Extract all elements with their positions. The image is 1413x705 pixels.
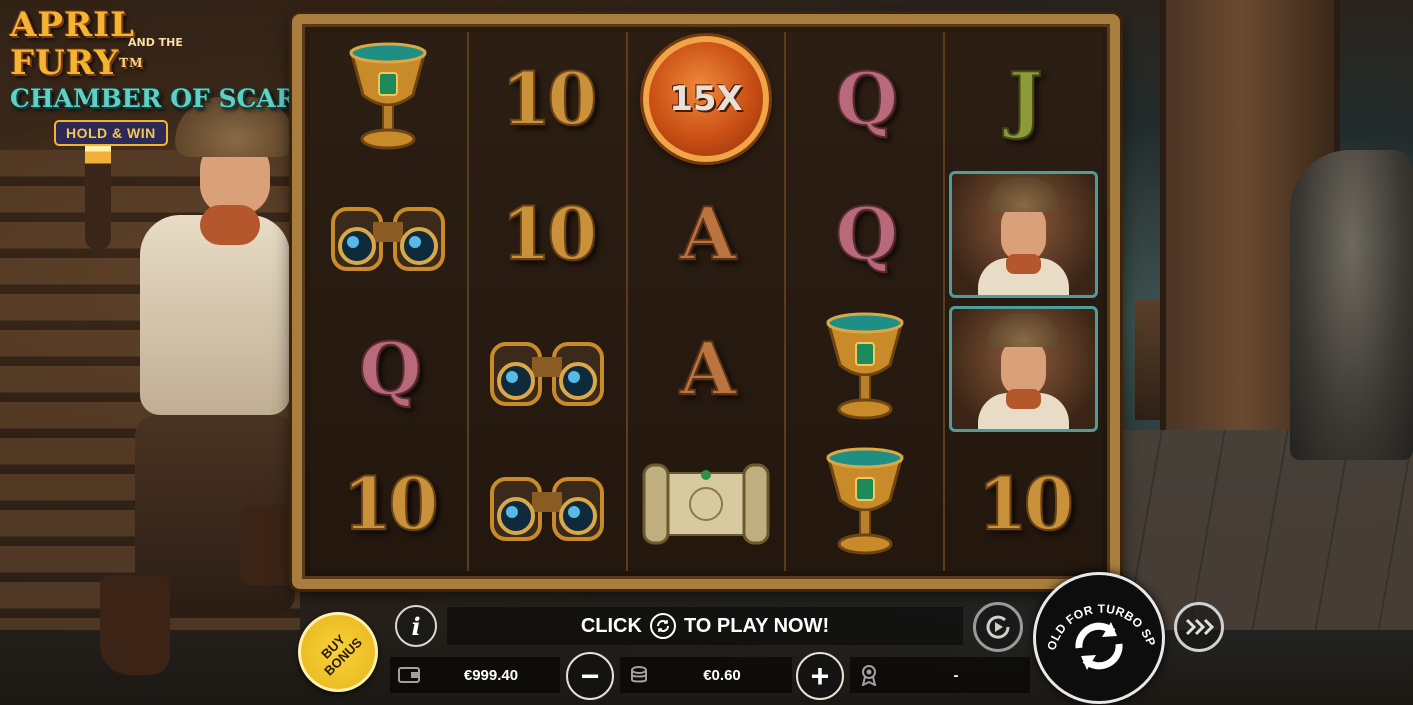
- explorer-body: [140, 215, 290, 415]
- autoplay-button[interactable]: [973, 602, 1023, 652]
- minus-icon: −: [580, 658, 600, 694]
- reel-cell: 10: [945, 436, 1102, 571]
- goblet-icon: [333, 39, 443, 159]
- binoculars-icon: [482, 454, 612, 554]
- explorer-portrait: [949, 170, 1098, 298]
- symbol-q: Q: [834, 56, 899, 142]
- reel-cell: [628, 436, 785, 571]
- symbol-10: 10: [500, 56, 598, 142]
- reel-cell: 10: [469, 167, 626, 302]
- logo-and-the: AND THE: [128, 36, 183, 49]
- reels-grid: Q 10 10 10 15X A A Q Q J 10: [310, 32, 1102, 571]
- symbol-q: Q: [358, 325, 423, 411]
- logo-title-text: APRIL FURY: [10, 5, 136, 83]
- reel-cell: J: [945, 32, 1102, 167]
- symbol-10: 10: [341, 460, 439, 546]
- reel-cell: [469, 436, 626, 571]
- symbol-j: J: [1008, 56, 1044, 142]
- symbol-a: A: [679, 191, 737, 277]
- win-value: -: [953, 666, 959, 684]
- logo-title-line1: APRIL FURYTM: [10, 6, 240, 82]
- explorer-portrait: [949, 305, 1098, 433]
- info-icon: i: [411, 611, 421, 641]
- reel-cell: 15X: [628, 32, 785, 167]
- explorer-boot: [240, 505, 300, 585]
- scroll-icon: [636, 449, 776, 559]
- win-display: -: [850, 657, 1030, 693]
- reel-cell: [310, 167, 467, 302]
- trademark: TM: [119, 56, 144, 70]
- symbol-10: 10: [976, 460, 1074, 546]
- torch-icon: [85, 130, 111, 250]
- spin-arrows-icon: [1075, 622, 1123, 670]
- win-medal-icon: [856, 664, 882, 686]
- logo-title-line2: CHAMBER OF SCARABS: [10, 84, 356, 113]
- symbol-10: 10: [500, 191, 598, 277]
- wallet-icon: [396, 664, 422, 686]
- balance-display: €999.40: [390, 657, 560, 693]
- reel-cell: Q: [310, 302, 467, 437]
- reel-cell: [310, 32, 467, 167]
- reel-cell: [786, 436, 943, 571]
- reel-cell: [945, 302, 1102, 437]
- explorer-character: [80, 95, 300, 685]
- bet-value: €0.60: [703, 666, 741, 684]
- reel-1: Q 10: [310, 32, 469, 571]
- turbo-icon: [1185, 618, 1214, 636]
- explorer-boot: [100, 575, 170, 675]
- buy-bonus-label: BUY BONUS: [317, 631, 365, 679]
- explorer-scarf: [200, 205, 260, 245]
- coin-multiplier: 15X: [669, 79, 743, 120]
- message-text-end: TO PLAY NOW!: [683, 614, 830, 637]
- balance-value: €999.40: [463, 666, 519, 684]
- symbol-q: Q: [834, 191, 899, 277]
- message-bar: CLICK TO PLAY NOW!: [447, 607, 963, 645]
- reel-2: 10 10: [468, 32, 628, 571]
- binoculars-icon: [482, 319, 612, 419]
- bet-display: €0.60: [620, 657, 792, 693]
- game-logo: APRIL FURYTM AND THE CHAMBER OF SCARABS …: [10, 6, 356, 146]
- reel-cell: [786, 302, 943, 437]
- goblet-icon: [810, 444, 920, 564]
- reel-cell: A: [628, 302, 785, 437]
- message-text-start: CLICK: [580, 614, 642, 637]
- bet-increase-button[interactable]: +: [796, 652, 844, 700]
- statue: [1290, 150, 1413, 460]
- scarab-coin-symbol: 15X: [642, 36, 769, 163]
- refresh-icon: [649, 613, 676, 639]
- buy-bonus-button[interactable]: BUY BONUS: [298, 612, 378, 692]
- info-button[interactable]: i: [395, 605, 437, 647]
- reel-cell: 10: [469, 32, 626, 167]
- reel-frame: Q 10 10 10 15X A A Q Q J 10: [292, 14, 1120, 589]
- plus-icon: +: [810, 658, 830, 694]
- spin-button[interactable]: HOLD FOR TURBO SPIN: [1033, 572, 1165, 704]
- reel-5: J 10: [945, 32, 1102, 571]
- reel-cell: A: [628, 167, 785, 302]
- goblet-icon: [810, 309, 920, 429]
- coins-stack-icon: [626, 664, 652, 686]
- reel-4: QQ: [786, 32, 946, 571]
- symbol-a: A: [679, 325, 737, 411]
- reel-cell: 10: [310, 436, 467, 571]
- bet-decrease-button[interactable]: −: [566, 652, 614, 700]
- reel-cell: [945, 167, 1102, 302]
- hold-and-win-badge: HOLD & WIN: [54, 120, 168, 146]
- reel-3: 15X A A: [627, 32, 787, 571]
- turbo-button[interactable]: [1174, 602, 1224, 652]
- binoculars-icon: [323, 184, 453, 284]
- reel-cell: Q: [786, 32, 943, 167]
- reel-cell: [469, 302, 626, 437]
- autoplay-icon: [986, 615, 1010, 639]
- reel-cell: Q: [786, 167, 943, 302]
